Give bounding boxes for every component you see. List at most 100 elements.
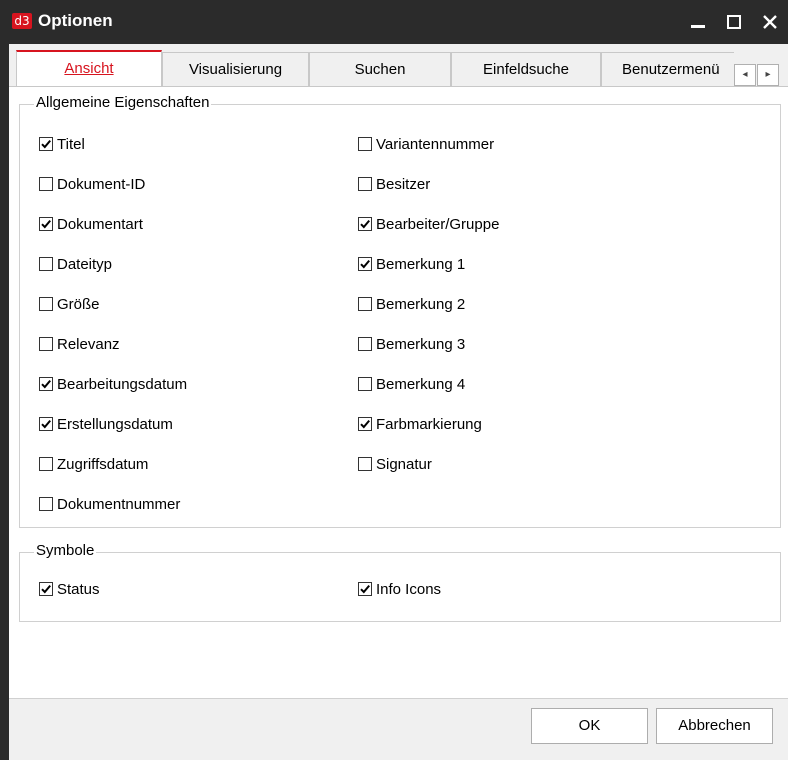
dokumentnummer-label: Dokumentnummer <box>57 495 181 513</box>
dateityp-label: Dateityp <box>57 255 113 273</box>
bearbeiter-gruppe-checkbox[interactable] <box>358 217 372 231</box>
title-bar[interactable]: d3 Optionen <box>0 0 788 44</box>
relevanz-checkbox[interactable] <box>39 337 53 351</box>
bemerkung-2-checkbox[interactable] <box>358 297 372 311</box>
relevanz-label: Relevanz <box>57 335 120 353</box>
window-title: Optionen <box>38 11 113 30</box>
signatur-checkbox[interactable] <box>358 457 372 471</box>
farbmarkierung-checkbox[interactable] <box>358 417 372 431</box>
farbmarkierung-label: Farbmarkierung <box>376 415 482 433</box>
besitzer-checkbox[interactable] <box>358 177 372 191</box>
chevron-right-icon: ▸ <box>765 69 771 80</box>
d3-logo-icon: d3 <box>12 13 32 29</box>
dokument-id-checkbox-row[interactable]: Dokument-ID <box>39 173 145 195</box>
tab-label: Visualisierung <box>188 61 283 78</box>
maximize-icon <box>727 15 741 30</box>
symbols-title: Symbole <box>34 542 97 559</box>
variantennummer-checkbox[interactable] <box>358 137 372 151</box>
tab-label: Suchen <box>354 61 406 78</box>
checkmark-icon <box>41 219 51 229</box>
bemerkung-2-checkbox-row[interactable]: Bemerkung 2 <box>358 293 465 315</box>
dokument-id-label: Dokument-ID <box>57 175 146 193</box>
checkmark-icon <box>41 379 51 389</box>
tab-scroll-right-button[interactable]: ▸ <box>757 64 779 86</box>
bemerkung-1-label: Bemerkung 1 <box>376 255 466 273</box>
gr-e-checkbox-row[interactable]: Größe <box>39 293 100 315</box>
titel-checkbox[interactable] <box>39 137 53 151</box>
erstellungsdatum-checkbox[interactable] <box>39 417 53 431</box>
tab-ansicht[interactable]: Ansicht <box>16 50 162 86</box>
erstellungsdatum-label: Erstellungsdatum <box>57 415 173 433</box>
zugriffsdatum-label: Zugriffsdatum <box>57 455 149 473</box>
signatur-label: Signatur <box>376 455 432 473</box>
chevron-left-icon: ◂ <box>742 69 748 80</box>
maximize-button[interactable] <box>716 0 752 44</box>
status-checkbox[interactable] <box>39 582 53 596</box>
checkmark-icon <box>360 219 370 229</box>
tab-benutzermenue[interactable]: Benutzermenü <box>601 52 734 86</box>
bemerkung-4-label: Bemerkung 4 <box>376 375 466 393</box>
info-icons-checkbox-row[interactable]: Info Icons <box>358 578 441 600</box>
gr-e-label: Größe <box>57 295 100 313</box>
bearbeiter-gruppe-checkbox-row[interactable]: Bearbeiter/Gruppe <box>358 213 499 235</box>
tab-einfeldsuche[interactable]: Einfeldsuche <box>451 52 601 86</box>
checkmark-icon <box>360 419 370 429</box>
general-properties-title: Allgemeine Eigenschaften <box>34 94 212 111</box>
close-icon <box>763 15 777 29</box>
status-label: Status <box>57 580 100 598</box>
bemerkung-1-checkbox[interactable] <box>358 257 372 271</box>
besitzer-label: Besitzer <box>376 175 431 193</box>
options-dialog: d3 Optionen Ansicht Visualisierung Suche… <box>0 0 788 760</box>
bearbeitungsdatum-label: Bearbeitungsdatum <box>57 375 188 393</box>
bearbeitungsdatum-checkbox-row[interactable]: Bearbeitungsdatum <box>39 373 187 395</box>
gr-e-checkbox[interactable] <box>39 297 53 311</box>
dokumentart-checkbox[interactable] <box>39 217 53 231</box>
minimize-button[interactable] <box>680 0 716 44</box>
titel-checkbox-row[interactable]: Titel <box>39 133 85 155</box>
bemerkung-1-checkbox-row[interactable]: Bemerkung 1 <box>358 253 465 275</box>
tab-visualisierung[interactable]: Visualisierung <box>162 52 309 86</box>
variantennummer-label: Variantennummer <box>376 135 495 153</box>
cancel-button[interactable]: Abbrechen <box>656 708 773 744</box>
zugriffsdatum-checkbox[interactable] <box>39 457 53 471</box>
checkmark-icon <box>41 584 51 594</box>
bemerkung-3-checkbox[interactable] <box>358 337 372 351</box>
checkmark-icon <box>360 584 370 594</box>
zugriffsdatum-checkbox-row[interactable]: Zugriffsdatum <box>39 453 148 475</box>
bemerkung-4-checkbox-row[interactable]: Bemerkung 4 <box>358 373 465 395</box>
bearbeiter-gruppe-label: Bearbeiter/Gruppe <box>376 215 500 233</box>
besitzer-checkbox-row[interactable]: Besitzer <box>358 173 430 195</box>
tab-scroll-controls: ◂ ▸ <box>734 64 782 86</box>
variantennummer-checkbox-row[interactable]: Variantennummer <box>358 133 494 155</box>
status-checkbox-row[interactable]: Status <box>39 578 100 600</box>
erstellungsdatum-checkbox-row[interactable]: Erstellungsdatum <box>39 413 173 435</box>
dokumentart-checkbox-row[interactable]: Dokumentart <box>39 213 143 235</box>
checkmark-icon <box>41 419 51 429</box>
tab-strip: Ansicht Visualisierung Suchen Einfeldsuc… <box>9 44 788 88</box>
ok-button[interactable]: OK <box>531 708 648 744</box>
bemerkung-3-checkbox-row[interactable]: Bemerkung 3 <box>358 333 465 355</box>
tab-content-ansicht: Allgemeine Eigenschaften Titel Dokument-I… <box>9 86 788 698</box>
bearbeitungsdatum-checkbox[interactable] <box>39 377 53 391</box>
bemerkung-4-checkbox[interactable] <box>358 377 372 391</box>
dialog-footer: OK Abbrechen <box>9 698 788 760</box>
tab-scroll-left-button[interactable]: ◂ <box>734 64 756 86</box>
dokument-id-checkbox[interactable] <box>39 177 53 191</box>
titel-label: Titel <box>57 135 85 153</box>
tab-label: Benutzermenü <box>622 61 720 78</box>
checkmark-icon <box>41 139 51 149</box>
dateityp-checkbox-row[interactable]: Dateityp <box>39 253 112 275</box>
window-left-border <box>0 44 9 760</box>
dateityp-checkbox[interactable] <box>39 257 53 271</box>
bemerkung-3-label: Bemerkung 3 <box>376 335 466 353</box>
dokumentart-label: Dokumentart <box>57 215 143 233</box>
dokumentnummer-checkbox-row[interactable]: Dokumentnummer <box>39 493 180 515</box>
close-button[interactable] <box>752 0 788 44</box>
relevanz-checkbox-row[interactable]: Relevanz <box>39 333 120 355</box>
info-icons-checkbox[interactable] <box>358 582 372 596</box>
farbmarkierung-checkbox-row[interactable]: Farbmarkierung <box>358 413 482 435</box>
dokumentnummer-checkbox[interactable] <box>39 497 53 511</box>
minimize-icon <box>691 25 705 29</box>
tab-suchen[interactable]: Suchen <box>309 52 451 86</box>
signatur-checkbox-row[interactable]: Signatur <box>358 453 432 475</box>
